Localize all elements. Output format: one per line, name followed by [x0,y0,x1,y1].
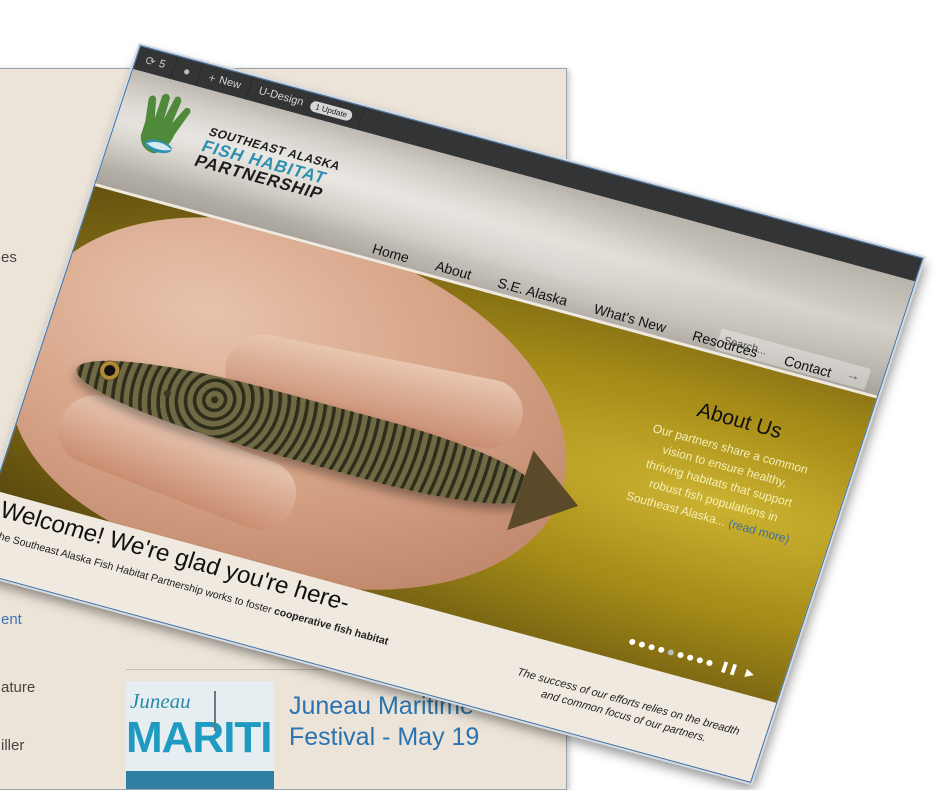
slider-dot[interactable] [628,637,637,646]
slider-dot[interactable] [696,656,704,664]
slider-dot[interactable] [667,648,675,656]
background-text-fragment: iller [1,737,25,754]
pause-icon[interactable]: ❚❚ [718,659,740,676]
new-label: New [217,74,243,92]
refresh-icon: ⟳ [143,53,158,70]
fishing-pole-icon [214,691,216,731]
logo-wordmark: SOUTHEAST ALASKA FISH HABITAT PARTNERSHI… [191,124,344,203]
event-thumb-label: Juneau [130,689,191,713]
slider-dot[interactable] [686,653,695,661]
updates-count: 5 [157,57,167,71]
slider-pagination: ❚❚ ▶ [628,635,756,681]
about-panel: About Us Our partners share a common vis… [623,388,825,549]
slider-dot[interactable] [705,658,714,667]
slider-dot[interactable] [647,643,656,651]
background-text-fragment: ature [1,679,36,696]
slider-dot[interactable] [676,650,685,659]
slider-dot[interactable] [638,640,647,648]
event-thumb-wordmark: MARITIME [126,713,274,762]
wave-graphic [126,771,274,789]
slider-dot[interactable] [657,645,666,654]
background-link-fragment[interactable]: ent [1,611,22,628]
background-text-fragment: es [1,249,17,266]
plus-icon: + [206,70,218,86]
comment-icon: ● [181,63,193,79]
event-thumbnail[interactable]: Juneau MARITIME [126,681,274,789]
read-more-link[interactable]: (read more) [727,516,792,546]
play-icon[interactable]: ▶ [744,666,756,681]
